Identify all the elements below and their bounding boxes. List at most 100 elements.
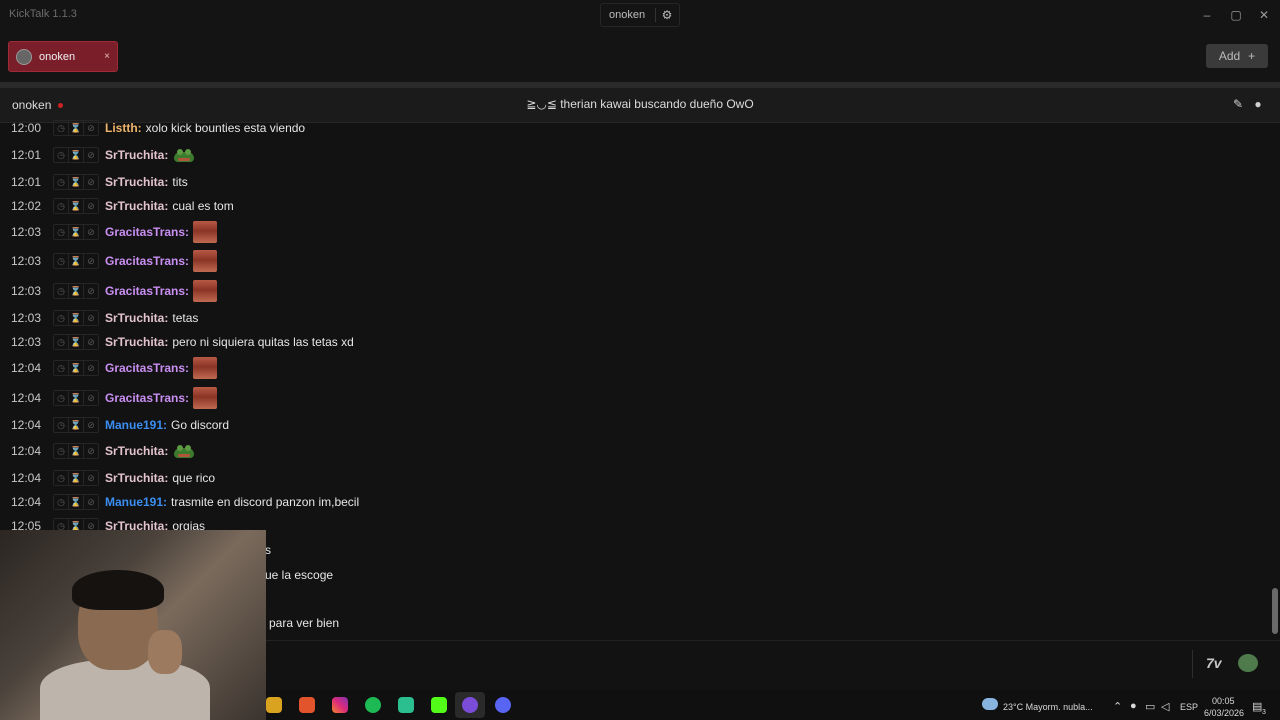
- network-icon[interactable]: ▭: [1145, 700, 1155, 713]
- ban-icon[interactable]: ⊘: [84, 495, 98, 509]
- instagram-icon[interactable]: [332, 697, 348, 713]
- microphone-icon[interactable]: ●: [1130, 700, 1137, 712]
- ban-icon[interactable]: ⊘: [84, 175, 98, 189]
- ban-icon[interactable]: ⊘: [84, 254, 98, 268]
- close-icon[interactable]: ×: [101, 51, 113, 63]
- hourglass-icon[interactable]: ⌛: [69, 418, 84, 432]
- chat-app-icon[interactable]: [398, 697, 414, 713]
- hourglass-icon[interactable]: ⌛: [69, 175, 84, 189]
- clock-icon[interactable]: ◷: [54, 225, 69, 239]
- chat-input[interactable]: [268, 650, 1192, 680]
- hourglass-icon[interactable]: ⌛: [69, 444, 84, 458]
- hourglass-icon[interactable]: ⌛: [69, 391, 84, 405]
- face-emote[interactable]: [193, 387, 218, 409]
- message-username[interactable]: GracitasTrans:: [105, 254, 189, 268]
- current-channel-name[interactable]: onoken: [601, 9, 655, 21]
- hourglass-icon[interactable]: ⌛: [69, 254, 84, 268]
- frog-emote[interactable]: [172, 147, 196, 163]
- message-username[interactable]: GracitasTrans:: [105, 391, 189, 405]
- message-username[interactable]: GracitasTrans:: [105, 225, 189, 239]
- ban-icon[interactable]: ⊘: [84, 225, 98, 239]
- frog-emote[interactable]: [172, 443, 196, 459]
- tab-onoken[interactable]: onoken ×: [8, 41, 118, 72]
- clock-date[interactable]: 6/03/2026: [1204, 708, 1244, 718]
- clock-icon[interactable]: ◷: [54, 311, 69, 325]
- clock-icon[interactable]: ◷: [54, 199, 69, 213]
- weather-icon[interactable]: [982, 698, 998, 710]
- message-username[interactable]: Manue191:: [105, 495, 167, 509]
- ban-icon[interactable]: ⊘: [84, 335, 98, 349]
- chat-message-row[interactable]: 12:04 ◷ ⌛ ⊘ Manue191: Go discord: [0, 413, 1270, 437]
- clock-icon[interactable]: ◷: [54, 254, 69, 268]
- emote-picker-button[interactable]: [1238, 654, 1258, 672]
- hourglass-icon[interactable]: ⌛: [69, 284, 84, 298]
- weather-text[interactable]: 23°C Mayorm. nubla...: [1003, 702, 1093, 712]
- hourglass-icon[interactable]: ⌛: [69, 335, 84, 349]
- ban-icon[interactable]: ⊘: [84, 391, 98, 405]
- ban-icon[interactable]: ⊘: [84, 199, 98, 213]
- chat-message-row[interactable]: 12:00 ◷ ⌛ ⊘ Listth: xolo kick bounties esta v…: [0, 116, 1270, 140]
- clock-icon[interactable]: ◷: [54, 444, 69, 458]
- minimize-button[interactable]: –: [1197, 6, 1217, 24]
- chat-message-row[interactable]: 12:03 ◷ ⌛ ⊘ GracitasTrans:: [0, 279, 1270, 303]
- chat-message-row[interactable]: 12:04 ◷ ⌛ ⊘ GracitasTrans:: [0, 386, 1270, 410]
- chat-message-row[interactable]: 12:03 ◷ ⌛ ⊘ SrTruchita: tetas: [0, 306, 1270, 330]
- ban-icon[interactable]: ⊘: [84, 471, 98, 485]
- seventv-emote-button[interactable]: 7v: [1206, 655, 1222, 671]
- clock-icon[interactable]: ◷: [54, 471, 69, 485]
- clock-icon[interactable]: ◷: [54, 121, 69, 135]
- chat-message-row[interactable]: 12:01 ◷ ⌛ ⊘ SrTruchita: tits: [0, 170, 1270, 194]
- chat-message-row[interactable]: 12:03 ◷ ⌛ ⊘ GracitasTrans:: [0, 249, 1270, 273]
- clock-icon[interactable]: ◷: [54, 418, 69, 432]
- clock-icon[interactable]: ◷: [54, 391, 69, 405]
- message-username[interactable]: Listth:: [105, 121, 142, 135]
- hourglass-icon[interactable]: ⌛: [69, 471, 84, 485]
- chat-message-row[interactable]: 12:04 ◷ ⌛ ⊘ Manue191: trasmite en discord pan…: [0, 490, 1270, 514]
- ban-icon[interactable]: ⊘: [84, 311, 98, 325]
- ban-icon[interactable]: ⊘: [84, 444, 98, 458]
- chevron-up-icon[interactable]: ⌃: [1113, 700, 1122, 713]
- chat-message-row[interactable]: 12:02 ◷ ⌛ ⊘ SrTruchita: cual es tom: [0, 194, 1270, 218]
- notification-icon[interactable]: ▤: [1252, 700, 1262, 713]
- face-emote[interactable]: [193, 357, 218, 379]
- ban-icon[interactable]: ⊘: [84, 121, 98, 135]
- hourglass-icon[interactable]: ⌛: [69, 199, 84, 213]
- clock-icon[interactable]: ◷: [54, 284, 69, 298]
- user-icon[interactable]: ●: [1250, 97, 1266, 113]
- chat-message-row[interactable]: 12:03 ◷ ⌛ ⊘ SrTruchita: pero ni siquiera quit…: [0, 330, 1270, 354]
- message-username[interactable]: SrTruchita:: [105, 311, 168, 325]
- hourglass-icon[interactable]: ⌛: [69, 148, 84, 162]
- add-channel-button[interactable]: Add +: [1206, 44, 1268, 68]
- clock-time[interactable]: 00:05: [1212, 696, 1235, 706]
- clock-icon[interactable]: ◷: [54, 495, 69, 509]
- media-player-icon[interactable]: [462, 697, 478, 713]
- message-username[interactable]: SrTruchita:: [105, 471, 168, 485]
- face-emote[interactable]: [193, 280, 218, 302]
- chat-message-row[interactable]: 12:04 ◷ ⌛ ⊘ SrTruchita: que rico: [0, 466, 1270, 490]
- face-emote[interactable]: [193, 250, 218, 272]
- face-emote[interactable]: [193, 221, 218, 243]
- chat-message-row[interactable]: 12:03 ◷ ⌛ ⊘ GracitasTrans:: [0, 220, 1270, 244]
- spotify-icon[interactable]: [365, 697, 381, 713]
- file-explorer-icon[interactable]: [266, 697, 282, 713]
- brave-icon[interactable]: [299, 697, 315, 713]
- language-indicator[interactable]: ESP: [1180, 702, 1198, 712]
- message-username[interactable]: SrTruchita:: [105, 444, 168, 458]
- maximize-button[interactable]: ▢: [1226, 6, 1246, 24]
- close-window-button[interactable]: ✕: [1254, 6, 1274, 24]
- chat-message-row[interactable]: 12:04 ◷ ⌛ ⊘ GracitasTrans:: [0, 356, 1270, 380]
- hourglass-icon[interactable]: ⌛: [69, 311, 84, 325]
- hourglass-icon[interactable]: ⌛: [69, 225, 84, 239]
- message-username[interactable]: SrTruchita:: [105, 335, 168, 349]
- volume-icon[interactable]: ◁: [1161, 700, 1169, 713]
- message-username[interactable]: Manue191:: [105, 418, 167, 432]
- discord-icon[interactable]: [495, 697, 511, 713]
- message-username[interactable]: GracitasTrans:: [105, 361, 189, 375]
- hourglass-icon[interactable]: ⌛: [69, 361, 84, 375]
- ban-icon[interactable]: ⊘: [84, 361, 98, 375]
- chat-message-row[interactable]: 12:04 ◷ ⌛ ⊘ SrTruchita:: [0, 439, 1270, 463]
- message-username[interactable]: SrTruchita:: [105, 175, 168, 189]
- kick-icon[interactable]: [431, 697, 447, 713]
- clock-icon[interactable]: ◷: [54, 148, 69, 162]
- ban-icon[interactable]: ⊘: [84, 418, 98, 432]
